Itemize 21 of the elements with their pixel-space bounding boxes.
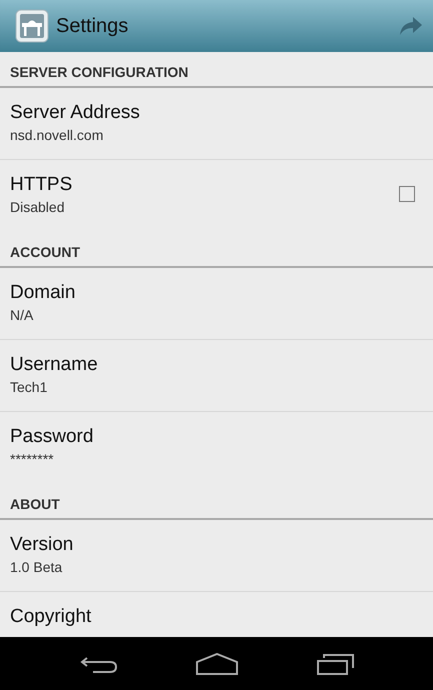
app-icon[interactable] [15, 9, 49, 43]
home-icon[interactable] [196, 652, 238, 674]
setting-title[interactable]: Password [10, 425, 94, 449]
setting-summary: ******** [10, 451, 54, 467]
setting-title[interactable]: Server Address [10, 101, 140, 125]
setting-title[interactable]: Username [10, 353, 98, 377]
setting-summary: N/A [10, 307, 34, 323]
setting-title[interactable]: HTTPS [10, 173, 72, 197]
checkbox[interactable] [399, 186, 415, 202]
section-header: ABOUT [0, 484, 433, 520]
setting-title[interactable]: Domain [10, 281, 76, 305]
setting-summary: Disabled [10, 199, 64, 215]
setting-title[interactable]: Copyright [10, 605, 92, 629]
setting-title[interactable]: Version [10, 533, 74, 557]
recent-apps-icon[interactable] [316, 652, 354, 674]
setting-summary: Tech1 [10, 379, 48, 395]
section-header: ACCOUNT [0, 232, 433, 268]
setting-summary: nsd.novell.com [10, 127, 104, 143]
setting-summary: 1.0 Beta [10, 559, 62, 575]
section-header: SERVER CONFIGURATION [0, 52, 433, 88]
screen-title: Settings [56, 14, 130, 38]
